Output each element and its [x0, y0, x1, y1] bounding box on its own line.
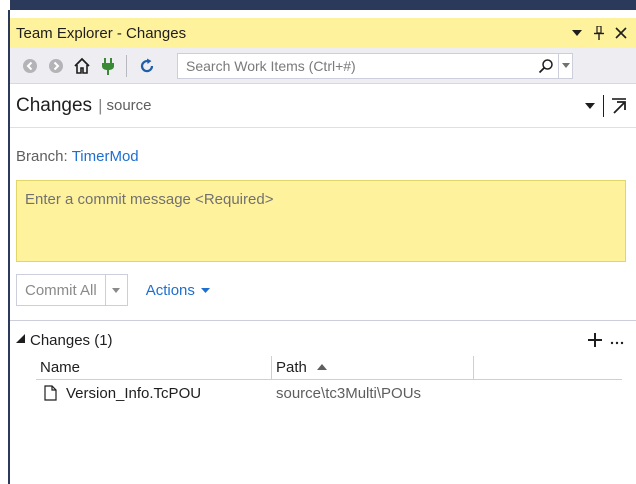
changes-section-header: Changes (1) — [16, 328, 628, 352]
panel-title: Team Explorer - Changes — [16, 24, 187, 42]
pin-icon[interactable] — [588, 22, 610, 44]
search-placeholder: Search Work Items (Ctrl+#) — [186, 57, 356, 74]
search-dropdown-icon[interactable] — [558, 53, 572, 78]
actions-menu-link[interactable]: Actions — [146, 282, 210, 299]
connect-plug-icon[interactable] — [96, 54, 120, 78]
sort-ascending-icon — [316, 362, 327, 373]
actions-label[interactable]: Actions — [146, 282, 195, 299]
table-row[interactable]: Version_Info.TcPOU source\tc3Multi\POUs — [36, 380, 622, 406]
search-work-items-input[interactable]: Search Work Items (Ctrl+#) — [177, 52, 573, 79]
collapse-triangle-icon[interactable] — [16, 334, 30, 346]
file-name-cell[interactable]: Version_Info.TcPOU — [36, 385, 272, 402]
table-header: Name Path — [36, 356, 622, 380]
commit-all-label[interactable]: Commit All — [17, 275, 105, 305]
column-header-name[interactable]: Name — [36, 356, 272, 379]
commit-actions-row: Commit All Actions — [16, 272, 210, 308]
column-header-empty — [474, 356, 622, 379]
frame-dark-bar — [10, 0, 636, 10]
team-explorer-panel: Team Explorer - Changes Search Work Item… — [10, 18, 636, 484]
more-options-icon[interactable] — [606, 332, 628, 348]
page-subtitle: source — [106, 97, 152, 114]
branch-line: Branch: TimerMod — [16, 148, 139, 165]
column-name-label: Name — [40, 359, 81, 376]
file-path-cell: source\tc3Multi\POUs — [276, 384, 422, 402]
navigate-up-icon[interactable] — [608, 95, 630, 117]
close-icon[interactable] — [610, 22, 632, 44]
changes-section-title[interactable]: Changes (1) — [30, 332, 584, 349]
section-divider — [10, 320, 636, 321]
home-icon[interactable] — [70, 54, 94, 78]
branch-label: Branch: — [16, 148, 68, 165]
header-divider — [603, 94, 604, 117]
branch-name-link[interactable]: TimerMod — [72, 148, 139, 165]
back-arrow-icon[interactable] — [18, 54, 42, 78]
column-header-path[interactable]: Path — [272, 356, 474, 379]
page-header: Changes | source — [10, 84, 636, 128]
actions-dropdown-icon[interactable] — [200, 285, 210, 296]
search-icon[interactable] — [532, 53, 558, 78]
window-frame-top — [0, 0, 636, 18]
forward-arrow-icon[interactable] — [44, 54, 68, 78]
file-name-text: Version_Info.TcPOU — [66, 384, 202, 402]
window-frame-left — [0, 0, 10, 484]
changes-table: Name Path Version_Info.TcPOU source\tc3M… — [36, 356, 622, 406]
page-title[interactable]: Changes — [10, 95, 92, 117]
dropdown-arrow-icon[interactable] — [566, 22, 588, 44]
column-path-label: Path — [276, 359, 307, 376]
commit-message-input[interactable] — [17, 181, 625, 261]
refresh-icon[interactable] — [135, 54, 159, 78]
commit-message-box[interactable] — [16, 180, 626, 262]
commit-all-button[interactable]: Commit All — [16, 274, 128, 306]
panel-titlebar: Team Explorer - Changes — [10, 18, 636, 48]
toolbar: Search Work Items (Ctrl+#) — [10, 48, 636, 84]
page-menu-dropdown-icon[interactable] — [581, 100, 599, 112]
add-icon[interactable] — [584, 329, 606, 351]
toolbar-separator — [126, 54, 127, 77]
header-separator: | — [98, 95, 103, 115]
file-icon — [44, 385, 58, 401]
commit-options-dropdown-icon[interactable] — [104, 275, 127, 305]
